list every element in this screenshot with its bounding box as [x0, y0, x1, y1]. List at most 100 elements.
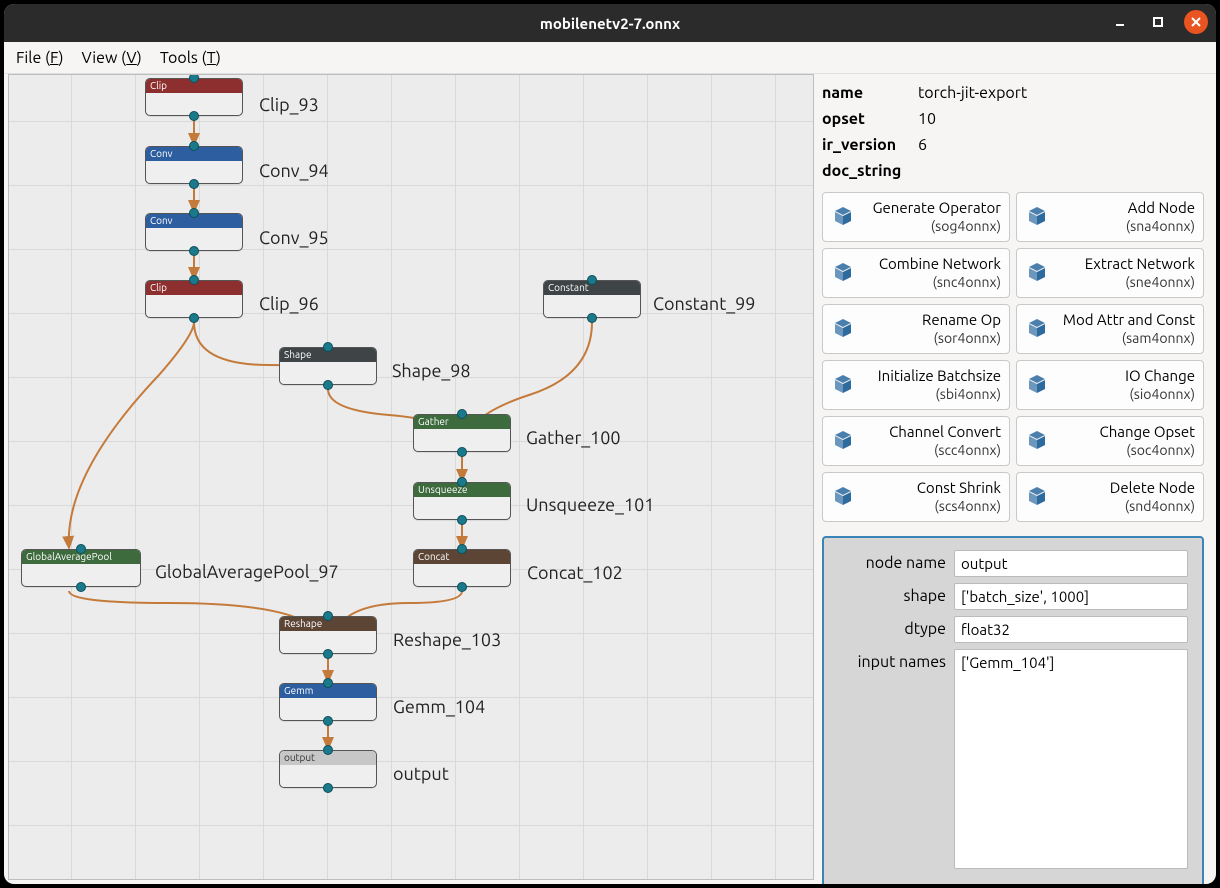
prop-label-node-name: node name [838, 550, 946, 572]
port-out[interactable] [323, 380, 333, 390]
graph-label-unsq101: Unsqueeze_101 [526, 495, 654, 515]
meta-val: torch-jit-export [918, 80, 1027, 106]
minimize-button[interactable] [1108, 10, 1132, 34]
graph-node-gap97[interactable]: GlobalAveragePool [21, 549, 141, 587]
graph-node-clip96[interactable]: Clip [145, 280, 243, 318]
side-panel: name torch-jit-exportopset10ir_version 6 do… [814, 74, 1212, 880]
menu-tools[interactable]: Tools (T) [160, 49, 221, 67]
port-in[interactable] [323, 745, 333, 755]
port-out[interactable] [189, 111, 199, 121]
port-out[interactable] [457, 582, 467, 592]
cube-icon [829, 315, 857, 343]
meta-row-ir_version: ir_version 6 [822, 132, 1204, 158]
maximize-button[interactable] [1146, 10, 1170, 34]
graph-label-reshape103: Reshape_103 [393, 630, 501, 650]
button-label: IO Change(sio4onnx) [1055, 367, 1195, 403]
cube-icon [829, 203, 857, 231]
prop-input-node-name[interactable] [954, 550, 1188, 577]
titlebar: mobilenetv2-7.onnx [4, 4, 1216, 42]
prop-input-dtype[interactable] [954, 616, 1188, 643]
graph-node-gemm104[interactable]: Gemm [279, 683, 377, 721]
port-in[interactable] [189, 275, 199, 285]
cube-icon [1023, 483, 1051, 511]
tool-button[interactable]: Mod Attr and Const(sam4onnx) [1016, 304, 1204, 354]
graph-node-clip93[interactable]: Clip [145, 78, 243, 116]
tool-button[interactable]: Combine Network(snc4onnx) [822, 248, 1010, 298]
prop-input-shape[interactable] [954, 583, 1188, 610]
graph-node-unsq101[interactable]: Unsqueeze [413, 482, 511, 520]
prop-input-input-names[interactable] [954, 649, 1188, 869]
port-out[interactable] [323, 783, 333, 793]
port-in[interactable] [76, 544, 86, 554]
meta-row-doc_string: doc_string [822, 158, 1204, 184]
meta-val: 6 [918, 132, 927, 158]
tool-button[interactable]: IO Change(sio4onnx) [1016, 360, 1204, 410]
meta-key: doc_string [822, 158, 908, 184]
port-out[interactable] [587, 313, 597, 323]
graph-node-concat102[interactable]: Concat [413, 549, 511, 587]
graph-edges [9, 75, 813, 879]
port-out[interactable] [189, 313, 199, 323]
prop-label-input-names: input names [838, 649, 946, 671]
tool-button[interactable]: Const Shrink(scs4onnx) [822, 472, 1010, 522]
cube-icon [1023, 315, 1051, 343]
graph-node-reshape103[interactable]: Reshape [279, 616, 377, 654]
meta-row-name: name torch-jit-export [822, 80, 1204, 106]
port-in[interactable] [323, 342, 333, 352]
close-button[interactable] [1184, 10, 1208, 34]
menu-file[interactable]: File (F) [16, 49, 64, 67]
port-out[interactable] [189, 246, 199, 256]
meta-key: name [822, 80, 908, 106]
port-in[interactable] [587, 275, 597, 285]
tool-buttons: Generate Operator(sog4onnx) Add Node(sna4… [822, 192, 1204, 522]
prop-label-shape: shape [838, 583, 946, 605]
button-label: Generate Operator(sog4onnx) [861, 199, 1001, 235]
cube-icon [1023, 203, 1051, 231]
graph-node-const99[interactable]: Constant [543, 280, 641, 318]
port-out[interactable] [76, 582, 86, 592]
menu-view[interactable]: View (V) [82, 49, 142, 67]
port-out[interactable] [189, 179, 199, 189]
graph-node-conv94[interactable]: Conv [145, 146, 243, 184]
cube-icon [1023, 371, 1051, 399]
graph-label-gemm104: Gemm_104 [393, 697, 485, 717]
graph-node-conv95[interactable]: Conv [145, 213, 243, 251]
port-in[interactable] [189, 141, 199, 151]
node-properties-panel: node name shape dtype input names [822, 536, 1204, 884]
menubar: File (F) View (V) Tools (T) [4, 42, 1216, 74]
port-in[interactable] [189, 208, 199, 218]
graph-label-gap97: GlobalAveragePool_97 [155, 562, 339, 582]
button-label: Delete Node(snd4onnx) [1055, 479, 1195, 515]
tool-button[interactable]: Channel Convert(scc4onnx) [822, 416, 1010, 466]
graph-node-gather100[interactable]: Gather [413, 414, 511, 452]
meta-key: ir_version [822, 132, 908, 158]
port-in[interactable] [457, 544, 467, 554]
button-label: Initialize Batchsize(sbi4onnx) [861, 367, 1001, 403]
app-window: mobilenetv2-7.onnx File (F) View (V) Too… [4, 4, 1216, 884]
cube-icon [1023, 259, 1051, 287]
cube-icon [829, 483, 857, 511]
port-in[interactable] [457, 477, 467, 487]
meta-row-opset: opset10 [822, 106, 1204, 132]
port-in[interactable] [323, 678, 333, 688]
port-in[interactable] [323, 611, 333, 621]
tool-button[interactable]: Extract Network(sne4onnx) [1016, 248, 1204, 298]
port-out[interactable] [323, 716, 333, 726]
graph-node-shape98[interactable]: Shape [279, 347, 377, 385]
port-out[interactable] [457, 447, 467, 457]
port-out[interactable] [457, 515, 467, 525]
tool-button[interactable]: Rename Op(sor4onnx) [822, 304, 1010, 354]
tool-button[interactable]: Generate Operator(sog4onnx) [822, 192, 1010, 242]
graph-label-shape98: Shape_98 [392, 361, 471, 381]
graph-canvas[interactable]: ClipClip_93ConvConv_94ConvConv_95ClipCli… [8, 74, 814, 880]
tool-button[interactable]: Initialize Batchsize(sbi4onnx) [822, 360, 1010, 410]
graph-node-output[interactable]: output [279, 750, 377, 788]
graph-label-const99: Constant_99 [653, 294, 755, 314]
port-out[interactable] [323, 649, 333, 659]
cube-icon [1023, 427, 1051, 455]
button-label: Combine Network(snc4onnx) [861, 255, 1001, 291]
tool-button[interactable]: Change Opset(soc4onnx) [1016, 416, 1204, 466]
tool-button[interactable]: Delete Node(snd4onnx) [1016, 472, 1204, 522]
port-in[interactable] [457, 409, 467, 419]
tool-button[interactable]: Add Node(sna4onnx) [1016, 192, 1204, 242]
